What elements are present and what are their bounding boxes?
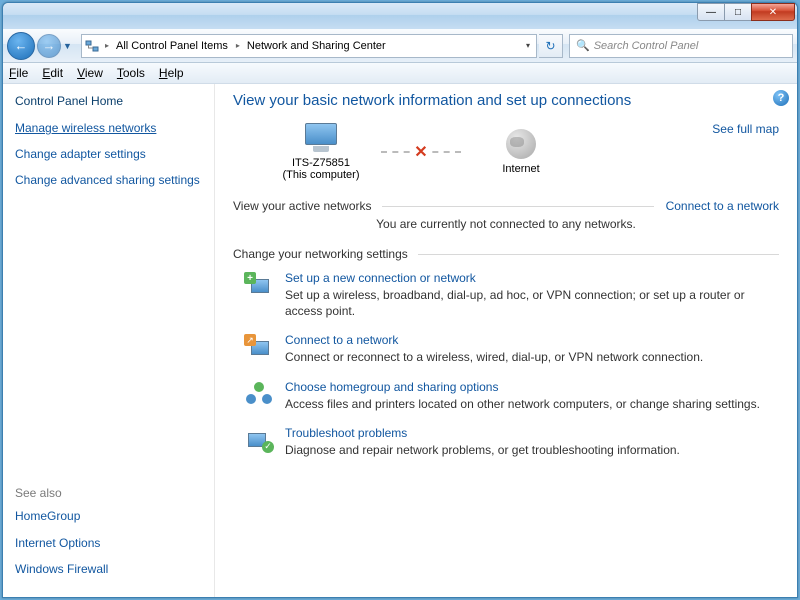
see-also-section: See also HomeGroup Internet Options Wind… bbox=[15, 486, 202, 587]
setup-connection-icon: + bbox=[245, 271, 273, 299]
menu-file[interactable]: File bbox=[9, 66, 28, 80]
minimize-button[interactable]: — bbox=[697, 3, 725, 21]
option-troubleshoot[interactable]: ✓ Troubleshoot problems Diagnose and rep… bbox=[245, 426, 775, 458]
menu-bar: File Edit View Tools Help bbox=[3, 63, 797, 84]
help-icon[interactable]: ? bbox=[773, 90, 789, 106]
maximize-button[interactable]: □ bbox=[724, 3, 752, 21]
breadcrumb-current[interactable]: Network and Sharing Center bbox=[243, 40, 391, 52]
globe-icon bbox=[501, 129, 541, 161]
internet-label: Internet bbox=[461, 163, 581, 175]
network-icon bbox=[82, 39, 102, 53]
network-diagram: ITS-Z75851 (This computer) ✕ Internet bbox=[261, 123, 779, 181]
connection-broken[interactable]: ✕ bbox=[381, 151, 461, 153]
option-title: Troubleshoot problems bbox=[285, 426, 775, 440]
active-networks-header: View your active networks Connect to a n… bbox=[233, 199, 779, 213]
homegroup-icon bbox=[245, 380, 273, 408]
see-full-map-link[interactable]: See full map bbox=[712, 122, 779, 136]
option-connect-network[interactable]: ↗ Connect to a network Connect or reconn… bbox=[245, 333, 775, 365]
option-title: Connect to a network bbox=[285, 333, 775, 347]
titlebar[interactable]: — □ ✕ bbox=[3, 3, 797, 29]
main-panel: ? View your basic network information an… bbox=[215, 84, 797, 597]
history-dropdown[interactable]: ▼ bbox=[63, 41, 75, 51]
sidebar-item-wireless[interactable]: Manage wireless networks bbox=[15, 120, 202, 136]
x-icon: ✕ bbox=[412, 142, 429, 162]
see-also-homegroup[interactable]: HomeGroup bbox=[15, 508, 202, 524]
address-bar[interactable]: ▸ All Control Panel Items ▸ Network and … bbox=[81, 34, 537, 58]
option-desc: Diagnose and repair network problems, or… bbox=[285, 442, 775, 458]
navbar: ← → ▼ ▸ All Control Panel Items ▸ Networ… bbox=[3, 29, 797, 63]
option-desc: Set up a wireless, broadband, dial-up, a… bbox=[285, 287, 775, 319]
addressbar-dropdown[interactable]: ▾ bbox=[520, 41, 536, 50]
content-area: Control Panel Home Manage wireless netwo… bbox=[3, 84, 797, 597]
refresh-button[interactable]: ↻ bbox=[539, 34, 563, 58]
forward-button[interactable]: → bbox=[37, 34, 61, 58]
sidebar-item-adapter[interactable]: Change adapter settings bbox=[15, 146, 202, 162]
options-list: + Set up a new connection or network Set… bbox=[233, 271, 779, 458]
breadcrumb-parent[interactable]: All Control Panel Items bbox=[112, 40, 233, 52]
page-title: View your basic network information and … bbox=[233, 92, 779, 109]
window-frame: — □ ✕ ← → ▼ ▸ All Control Panel Items ▸ … bbox=[2, 2, 798, 598]
connect-network-icon: ↗ bbox=[245, 333, 273, 361]
sidebar-item-advanced-sharing[interactable]: Change advanced sharing settings bbox=[15, 172, 202, 188]
control-panel-home-link[interactable]: Control Panel Home bbox=[15, 94, 202, 108]
option-title: Set up a new connection or network bbox=[285, 271, 775, 285]
internet-node[interactable]: Internet bbox=[461, 129, 581, 175]
chevron-right-icon: ▸ bbox=[233, 41, 243, 50]
see-also-firewall[interactable]: Windows Firewall bbox=[15, 561, 202, 577]
no-connection-message: You are currently not connected to any n… bbox=[233, 217, 779, 231]
option-desc: Access files and printers located on oth… bbox=[285, 396, 775, 412]
menu-tools[interactable]: Tools bbox=[117, 66, 145, 80]
this-computer-node[interactable]: ITS-Z75851 (This computer) bbox=[261, 123, 381, 181]
connect-to-network-link[interactable]: Connect to a network bbox=[666, 199, 779, 213]
option-desc: Connect or reconnect to a wireless, wire… bbox=[285, 349, 775, 365]
search-placeholder: Search Control Panel bbox=[594, 40, 699, 52]
troubleshoot-icon: ✓ bbox=[245, 426, 273, 454]
networking-settings-label: Change your networking settings bbox=[233, 247, 408, 261]
option-setup-connection[interactable]: + Set up a new connection or network Set… bbox=[245, 271, 775, 319]
menu-help[interactable]: Help bbox=[159, 66, 184, 80]
search-icon: 🔍 bbox=[576, 39, 590, 52]
close-button[interactable]: ✕ bbox=[751, 3, 795, 21]
see-also-header: See also bbox=[15, 486, 202, 500]
search-input[interactable]: 🔍 Search Control Panel bbox=[569, 34, 793, 58]
computer-sub: (This computer) bbox=[261, 169, 381, 181]
menu-edit[interactable]: Edit bbox=[42, 66, 63, 80]
chevron-right-icon: ▸ bbox=[102, 41, 112, 50]
option-homegroup[interactable]: Choose homegroup and sharing options Acc… bbox=[245, 380, 775, 412]
active-networks-label: View your active networks bbox=[233, 199, 372, 213]
option-title: Choose homegroup and sharing options bbox=[285, 380, 775, 394]
see-also-internet-options[interactable]: Internet Options bbox=[15, 535, 202, 551]
computer-icon bbox=[301, 123, 341, 155]
computer-name: ITS-Z75851 bbox=[261, 157, 381, 169]
networking-settings-header: Change your networking settings bbox=[233, 247, 779, 261]
menu-view[interactable]: View bbox=[77, 66, 103, 80]
back-button[interactable]: ← bbox=[7, 32, 35, 60]
sidebar: Control Panel Home Manage wireless netwo… bbox=[3, 84, 215, 597]
